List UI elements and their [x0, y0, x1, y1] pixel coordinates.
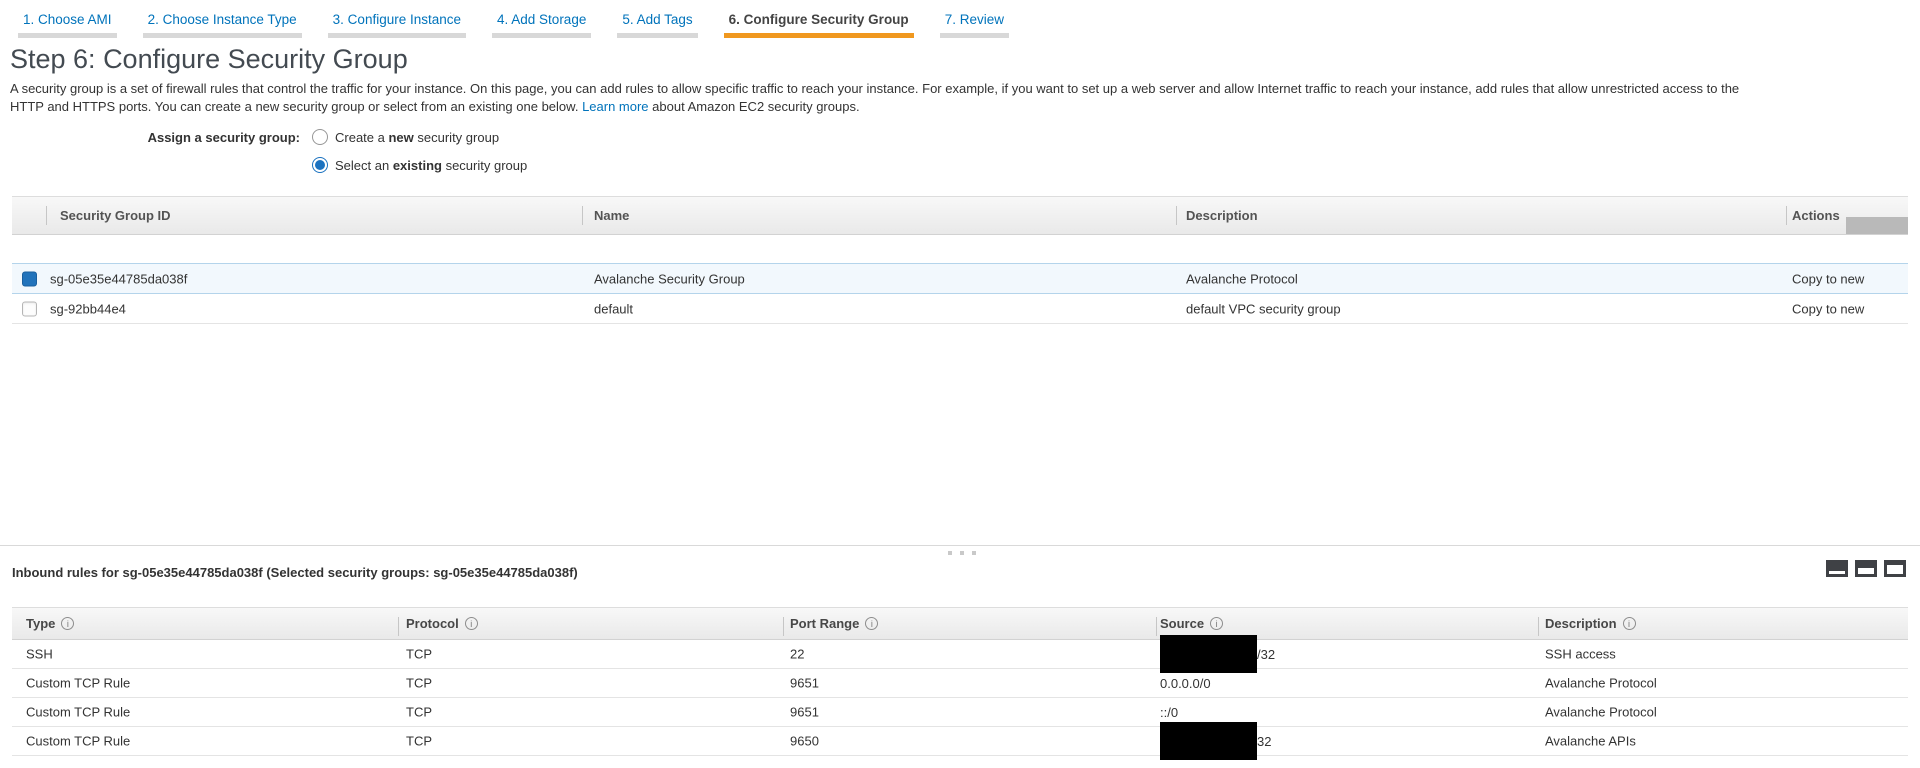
pane-layout-medium-icon[interactable]	[1855, 560, 1877, 577]
rule-port-cell: 9651	[790, 705, 819, 720]
pane-splitter-line	[0, 545, 1920, 546]
rule-source-cell: 0.0.0.0/0	[1160, 669, 1211, 697]
tab-add-storage[interactable]: 4. Add Storage	[492, 12, 591, 38]
info-icon[interactable]: i	[465, 617, 478, 630]
row-checkbox-unchecked[interactable]	[22, 301, 37, 316]
column-divider	[46, 206, 47, 225]
tab-add-tags[interactable]: 5. Add Tags	[617, 12, 697, 38]
learn-more-link[interactable]: Learn more	[582, 99, 648, 114]
table-scrollbar[interactable]	[1846, 217, 1908, 234]
rule-port-cell: 9651	[790, 676, 819, 691]
column-divider	[1176, 206, 1177, 225]
column-divider	[582, 206, 583, 225]
tab-review[interactable]: 7. Review	[940, 12, 1009, 38]
column-header-name[interactable]: Name	[594, 208, 629, 223]
column-header-port-range: Port Rangei	[790, 616, 878, 631]
column-divider	[783, 617, 784, 636]
column-header-protocol: Protocoli	[406, 616, 478, 631]
column-header-security-group-id[interactable]: Security Group ID	[60, 208, 171, 223]
security-groups-table: Security Group ID Name Description Actio…	[12, 196, 1908, 324]
radio-create-new-group[interactable]	[312, 129, 328, 145]
column-header-actions: Actions	[1792, 208, 1840, 223]
column-divider	[1786, 206, 1787, 225]
sg-name-cell: Avalanche Security Group	[594, 271, 745, 286]
column-header-source: Sourcei	[1160, 616, 1223, 631]
pane-layout-small-icon[interactable]	[1826, 560, 1848, 577]
sg-id-cell: sg-05e35e44785da038f	[50, 271, 187, 286]
column-divider	[1538, 617, 1539, 636]
tab-choose-ami[interactable]: 1. Choose AMI	[18, 12, 117, 38]
rule-description-cell: Avalanche Protocol	[1545, 705, 1657, 720]
ec2-launch-wizard-screen: 1. Choose AMI 2. Choose Instance Type 3.…	[0, 0, 1920, 768]
copy-to-new-link[interactable]: Copy to new	[1792, 301, 1864, 316]
inbound-rule-row: SSH TCP 22 /32 SSH access	[12, 640, 1908, 669]
rule-protocol-cell: TCP	[406, 705, 432, 720]
tab-configure-security-group[interactable]: 6. Configure Security Group	[724, 12, 914, 38]
inbound-rules-table-header: Typei Protocoli Port Rangei Sourcei Desc…	[12, 607, 1908, 640]
rule-description-cell: Avalanche Protocol	[1545, 676, 1657, 691]
sg-description-cell: default VPC security group	[1186, 301, 1341, 316]
radio-create-new-group-label[interactable]: Create a new security group	[335, 130, 499, 145]
column-divider	[1156, 617, 1157, 636]
inbound-rule-row: Custom TCP Rule TCP 9651 0.0.0.0/0 Avala…	[12, 669, 1908, 698]
rule-type-cell: Custom TCP Rule	[26, 705, 130, 720]
info-icon[interactable]: i	[865, 617, 878, 630]
wizard-step-tabs: 1. Choose AMI 2. Choose Instance Type 3.…	[18, 12, 1009, 38]
tab-choose-instance-type[interactable]: 2. Choose Instance Type	[143, 12, 302, 38]
copy-to-new-link[interactable]: Copy to new	[1792, 271, 1864, 286]
rule-source-cell: 32	[1160, 727, 1271, 755]
rule-port-cell: 22	[790, 647, 804, 662]
radio-select-existing-group[interactable]	[312, 157, 328, 173]
page-title: Step 6: Configure Security Group	[10, 44, 408, 75]
sg-description-cell: Avalanche Protocol	[1186, 271, 1298, 286]
rule-protocol-cell: TCP	[406, 734, 432, 749]
info-icon[interactable]: i	[61, 617, 74, 630]
description-line-1: A security group is a set of firewall ru…	[10, 80, 1910, 98]
rule-source-cell: /32	[1160, 640, 1275, 668]
column-header-description[interactable]: Description	[1186, 208, 1258, 223]
assign-security-group-label: Assign a security group:	[0, 130, 300, 145]
assign-security-group-section: Assign a security group: Create a new se…	[0, 128, 527, 184]
inbound-rules-table: Typei Protocoli Port Rangei Sourcei Desc…	[12, 607, 1908, 756]
column-header-description: Descriptioni	[1545, 616, 1636, 631]
info-icon[interactable]: i	[1623, 617, 1636, 630]
description-line-2: HTTP and HTTPS ports. You can create a n…	[10, 98, 1910, 116]
splitter-drag-handle[interactable]	[948, 551, 976, 555]
rule-port-cell: 9650	[790, 734, 819, 749]
inbound-rule-row: Custom TCP Rule TCP 9650 32 Avalanche AP…	[12, 727, 1908, 756]
row-checkbox-checked[interactable]	[22, 271, 37, 286]
description-line-2-tail: about Amazon EC2 security groups.	[649, 99, 860, 114]
radio-select-existing-group-label[interactable]: Select an existing security group	[335, 158, 527, 173]
sg-id-cell: sg-92bb44e4	[50, 301, 126, 316]
security-group-row[interactable]: sg-92bb44e4 default default VPC security…	[12, 294, 1908, 324]
rule-description-cell: Avalanche APIs	[1545, 734, 1636, 749]
pane-layout-toggle-group	[1826, 560, 1906, 577]
rule-protocol-cell: TCP	[406, 647, 432, 662]
rule-type-cell: Custom TCP Rule	[26, 676, 130, 691]
info-icon[interactable]: i	[1210, 617, 1223, 630]
inbound-rule-row: Custom TCP Rule TCP 9651 ::/0 Avalanche …	[12, 698, 1908, 727]
page-description: A security group is a set of firewall ru…	[10, 80, 1910, 115]
rule-protocol-cell: TCP	[406, 676, 432, 691]
tab-configure-instance[interactable]: 3. Configure Instance	[328, 12, 466, 38]
security-groups-table-header: Security Group ID Name Description Actio…	[12, 196, 1908, 235]
rule-type-cell: Custom TCP Rule	[26, 734, 130, 749]
inbound-rules-heading: Inbound rules for sg-05e35e44785da038f (…	[12, 565, 578, 580]
redacted-source-box	[1160, 722, 1257, 760]
pane-layout-large-icon[interactable]	[1884, 560, 1906, 577]
redacted-source-box	[1160, 635, 1257, 673]
column-header-type: Typei	[26, 616, 74, 631]
rule-type-cell: SSH	[26, 647, 53, 662]
column-divider	[398, 617, 399, 636]
sg-name-cell: default	[594, 301, 633, 316]
rule-description-cell: SSH access	[1545, 647, 1616, 662]
security-group-row[interactable]: sg-05e35e44785da038f Avalanche Security …	[12, 263, 1908, 294]
description-line-2-text: HTTP and HTTPS ports. You can create a n…	[10, 99, 582, 114]
